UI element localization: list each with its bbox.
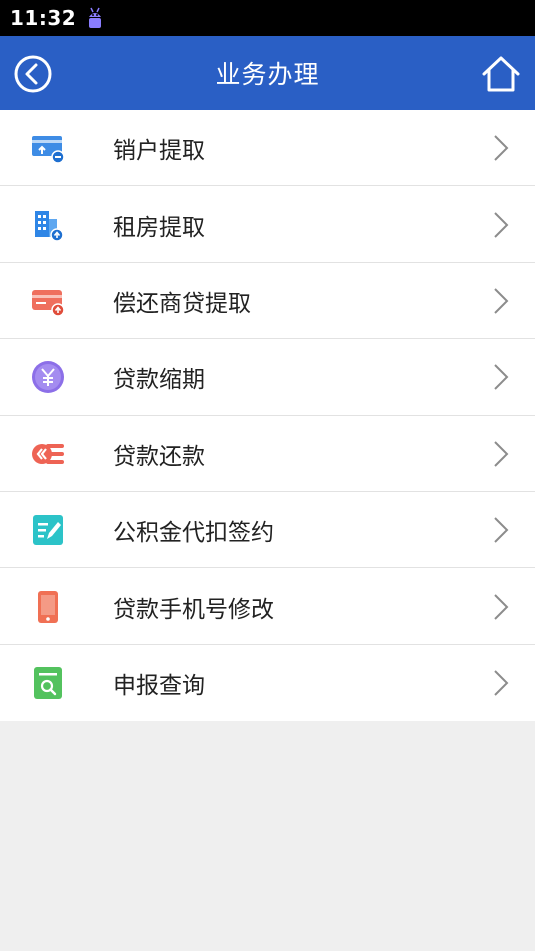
back-button[interactable] (12, 53, 54, 95)
menu-item-label: 租房提取 (113, 214, 205, 241)
sign-pen-icon (30, 512, 66, 548)
menu-item-label: 贷款缩期 (113, 367, 205, 394)
chevron-right-icon (494, 364, 509, 391)
repay-card-icon (30, 283, 66, 319)
mobile-phone-icon (30, 589, 66, 625)
menu-item-repay-commercial-loan-withdraw[interactable]: 偿还商贷提取 (0, 262, 535, 340)
menu-item-label: 销户提取 (113, 138, 205, 165)
menu-item-loan-phone-change[interactable]: 贷款手机号修改 (0, 568, 535, 646)
menu-item-declaration-query[interactable]: 申报查询 (0, 644, 535, 722)
chevron-right-icon (494, 288, 509, 314)
back-circle-icon (14, 55, 52, 93)
android-robot-icon (89, 7, 102, 28)
account-close-withdraw-icon (30, 130, 66, 166)
home-button[interactable] (479, 52, 523, 96)
menu-list: 销户提取 租房提取 偿还商贷提取 贷款缩期 贷款还款 公积金代扣签约 贷款手机号… (0, 110, 535, 722)
menu-item-label: 申报查询 (113, 672, 205, 699)
chevron-right-icon (494, 670, 509, 696)
home-icon (482, 56, 520, 92)
chevron-right-icon (494, 441, 509, 467)
menu-item-label: 偿还商贷提取 (113, 290, 251, 317)
menu-item-provident-fund-withholding-sign[interactable]: 公积金代扣签约 (0, 491, 535, 569)
page-title: 业务办理 (215, 60, 320, 89)
status-time: 11:32 (10, 6, 77, 30)
menu-item-rent-withdraw[interactable]: 租房提取 (0, 186, 535, 264)
status-bar: 11:32 (0, 0, 535, 36)
chevron-right-icon (494, 211, 509, 238)
menu-item-label: 贷款还款 (113, 443, 205, 470)
chevron-right-icon (494, 135, 509, 161)
menu-item-loan-term-shorten[interactable]: 贷款缩期 (0, 339, 535, 416)
menu-item-account-close-withdraw[interactable]: 销户提取 (0, 110, 535, 187)
chevron-right-icon (494, 593, 509, 620)
app-bar: 业务办理 (0, 36, 535, 110)
menu-item-label: 公积金代扣签约 (113, 520, 274, 547)
yuan-coin-icon (30, 359, 66, 395)
chevron-right-icon (494, 517, 509, 543)
loan-repay-list-icon (30, 436, 66, 472)
document-search-icon (30, 665, 66, 701)
menu-item-label: 贷款手机号修改 (113, 596, 274, 623)
rent-building-icon (30, 207, 66, 243)
menu-item-loan-repayment[interactable]: 贷款还款 (0, 415, 535, 493)
